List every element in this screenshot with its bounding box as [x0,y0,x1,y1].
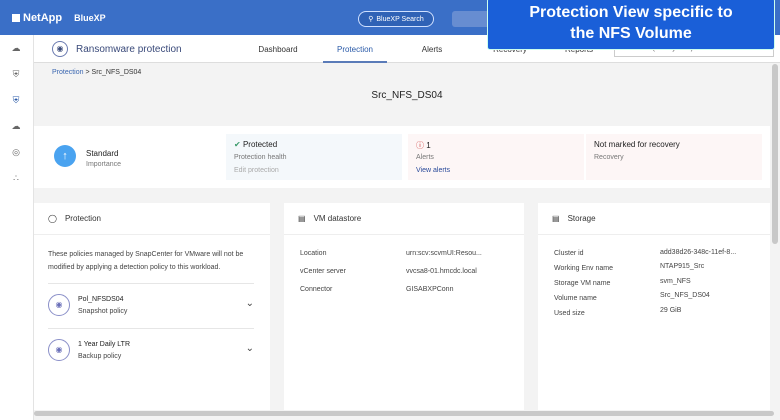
field-label: Connector [300,286,333,293]
field-label: Storage VM name [554,280,611,287]
policy-type: Snapshot policy [78,308,128,315]
arrow-up-icon: ↑ [54,145,76,167]
alerts-label: Alerts [416,154,434,161]
health-value: Protected [242,140,278,149]
recovery-value: Not marked for recovery [594,140,680,149]
share-icon[interactable]: ∴ [11,173,21,183]
protection-icon[interactable]: ⛨ [11,95,21,105]
datastore-title: VM datastore [313,214,362,223]
health-box: ✔ Protected Protection health Edit prote… [226,134,402,180]
callout-line-1: Protection View specific to [529,4,733,21]
recovery-label: Recovery [594,154,624,161]
field-value: Src_NFS_DS04 [660,292,710,299]
cloud-icon[interactable]: ☁ [11,121,21,131]
protection-note: These policies managed by SnapCenter for… [48,251,244,271]
protection-title: Protection [64,214,101,223]
callout-line-2: the NFS Volume [570,25,692,42]
alerts-count: 1 [426,141,431,150]
view-alerts-link[interactable]: View alerts [416,167,450,174]
netapp-logo-icon [12,13,20,22]
summary-card: ↑ Standard Importance ✔ Protected Protec… [34,126,770,188]
field-label: vCenter server [300,268,346,275]
importance-value: Standard [86,149,119,158]
vm-datastore-panel: ▤ VM datastore Location urn:scv:scvmUI:Re… [284,203,524,410]
health-label: Protection health [234,154,287,161]
storage-panel: ▤ Storage Cluster id add38d26-348c-11ef-8… [538,203,770,410]
policy-type: Backup policy [78,353,122,360]
storage-title: Storage [567,214,596,223]
ransomware-icon: ◉ [52,41,68,57]
breadcrumb: Protection > Src_NFS_DS04 [52,69,141,76]
alert-icon: ⓘ [416,141,424,150]
field-label: Location [300,250,327,257]
target-icon[interactable]: ◎ [11,147,21,157]
shield-icon[interactable]: ⛨ [11,69,21,79]
field-label: Working Env name [554,265,614,272]
alerts-box: ⓘ 1 Alerts View alerts [408,134,584,180]
importance-label: Importance [86,161,122,168]
field-value: GISABXPConn [406,286,454,293]
field-value: svm_NFS [660,278,691,285]
search-label: BlueXP Search [376,15,424,23]
policy-shield-icon: ◉ [48,294,70,316]
recovery-box: Not marked for recovery Recovery [586,134,762,180]
field-value: vvcsa8-01.hmcdc.local [406,268,477,275]
policy-item[interactable]: ◉ Pol_NFSDS04 Snapshot policy ⌄ [48,283,254,327]
breadcrumb-protection[interactable]: Protection [52,69,84,76]
chevron-down-icon[interactable]: ⌄ [246,343,254,354]
check-circle-icon: ✔ [234,140,241,149]
edit-protection-link[interactable]: Edit protection [234,167,279,174]
product-name: BlueXP [74,12,106,23]
field-label: Cluster id [554,250,584,257]
brand-name: NetApp [23,11,63,24]
netapp-logo[interactable]: NetApp [12,12,62,24]
breadcrumb-separator: > [85,69,90,76]
tab-dashboard[interactable]: Dashboard [248,35,308,63]
account-selector[interactable] [452,11,492,27]
field-value: 29 GiB [660,307,682,314]
policy-name: Pol_NFSDS04 [78,296,124,303]
app-title: Ransomware protection [76,43,182,55]
storage-icon[interactable]: ☁ [11,43,21,53]
tab-alerts[interactable]: Alerts [402,35,462,63]
annotation-callout: Protection View specific to the NFS Volu… [487,0,775,50]
datastore-icon: ▤ [298,214,306,223]
field-value: NTAP915_Src [660,263,705,270]
tab-protection[interactable]: Protection [323,35,387,63]
page-title: Src_NFS_DS04 [371,90,443,101]
policy-item[interactable]: ◉ 1 Year Daily LTR Backup policy ⌄ [48,328,254,372]
field-value: add38d26-348c-11ef-8... [660,249,737,256]
vertical-scrollbar[interactable] [772,64,778,244]
field-value: urn:scv:scvmUI:Resou... [406,250,482,257]
field-label: Volume name [554,295,597,302]
policy-shield-icon: ◉ [48,339,70,361]
search-icon: ⚲ [368,16,374,23]
protection-panel: ◯ Protection These policies managed by Sn… [34,203,270,410]
breadcrumb-current: Src_NFS_DS04 [91,69,142,76]
left-nav: ☁ ⛨ ⛨ ☁ ◎ ∴ [0,35,34,420]
field-label: Used size [554,310,585,317]
chevron-down-icon[interactable]: ⌄ [246,298,254,309]
storage-icon: ▤ [552,214,560,223]
shield-icon: ◯ [48,214,57,223]
policy-name: 1 Year Daily LTR [78,341,131,348]
bluexp-search-button[interactable]: ⚲ BlueXP Search [358,11,434,27]
horizontal-scrollbar[interactable] [34,411,774,416]
